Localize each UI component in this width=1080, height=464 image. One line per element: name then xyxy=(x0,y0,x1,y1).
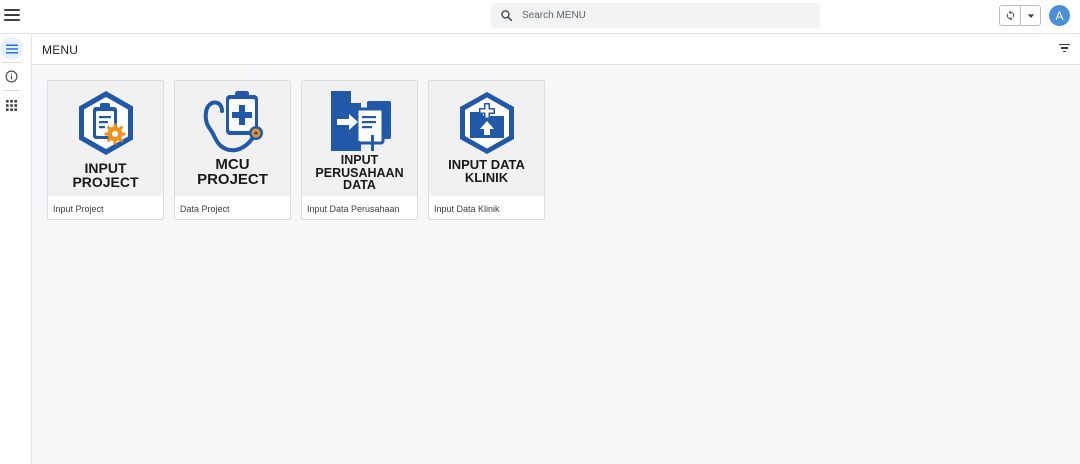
menu-card-input-data-perusahaan[interactable]: INPUT PERUSAHAAN DATA Input Data Perusahaa… xyxy=(301,80,418,220)
sidebar-item-menu[interactable] xyxy=(0,37,23,60)
card-thumbnail: INPUT DATA KLINIK xyxy=(429,81,544,196)
building-document-icon xyxy=(330,91,391,151)
search-bar[interactable] xyxy=(491,3,820,28)
top-bar: A xyxy=(0,0,1080,34)
card-caption: Input Data Perusahaan xyxy=(307,204,400,214)
card-caption: Input Project xyxy=(53,204,104,214)
search-icon xyxy=(501,10,513,22)
sidebar-item-info[interactable] xyxy=(0,65,23,88)
list-icon xyxy=(5,44,18,53)
sidebar-divider xyxy=(2,62,21,63)
card-caption: Input Data Klinik xyxy=(434,204,500,214)
sync-button-group xyxy=(999,5,1041,26)
avatar[interactable]: A xyxy=(1049,5,1070,26)
card-thumbnail: INPUT PROJECT xyxy=(48,81,163,196)
apps-grid-icon xyxy=(6,100,17,111)
clipboard-gear-icon xyxy=(78,91,133,155)
sync-icon xyxy=(1006,10,1014,21)
menu-card-input-data-klinik[interactable]: INPUT DATA KLINIK Input Data Klinik xyxy=(428,80,545,220)
card-caption: Data Project xyxy=(180,204,230,214)
menu-card-data-project[interactable]: MCU PROJECT Data Project xyxy=(174,80,291,220)
clinic-folder-upload-icon xyxy=(459,92,514,154)
info-icon xyxy=(5,70,18,83)
thumbnail-title: MCU PROJECT xyxy=(197,156,268,188)
menu-grid: INPUT PROJECT Input Project MCU PROJECT Da… xyxy=(32,65,1080,464)
thumbnail-title: INPUT PERUSAHAAN DATA xyxy=(315,153,404,192)
thumbnail-title: INPUT DATA KLINIK xyxy=(448,157,525,185)
sidebar-divider xyxy=(2,90,21,91)
sync-dropdown-button[interactable] xyxy=(1021,6,1040,25)
sidebar xyxy=(0,34,32,464)
menu-card-input-project[interactable]: INPUT PROJECT Input Project xyxy=(47,80,164,220)
hamburger-menu-icon[interactable] xyxy=(4,9,20,23)
search-input[interactable] xyxy=(522,10,792,21)
sidebar-item-apps[interactable] xyxy=(0,94,23,117)
thumbnail-title: INPUT PROJECT xyxy=(72,160,139,190)
page-header: MENU xyxy=(32,34,1080,65)
sync-button[interactable] xyxy=(1000,6,1021,25)
stethoscope-clipboard-icon xyxy=(203,91,263,153)
card-thumbnail: MCU PROJECT xyxy=(175,81,290,196)
caret-down-icon xyxy=(1027,13,1034,18)
page-title: MENU xyxy=(42,43,79,57)
filter-icon[interactable] xyxy=(1059,44,1070,54)
card-thumbnail: INPUT PERUSAHAAN DATA xyxy=(302,81,417,196)
